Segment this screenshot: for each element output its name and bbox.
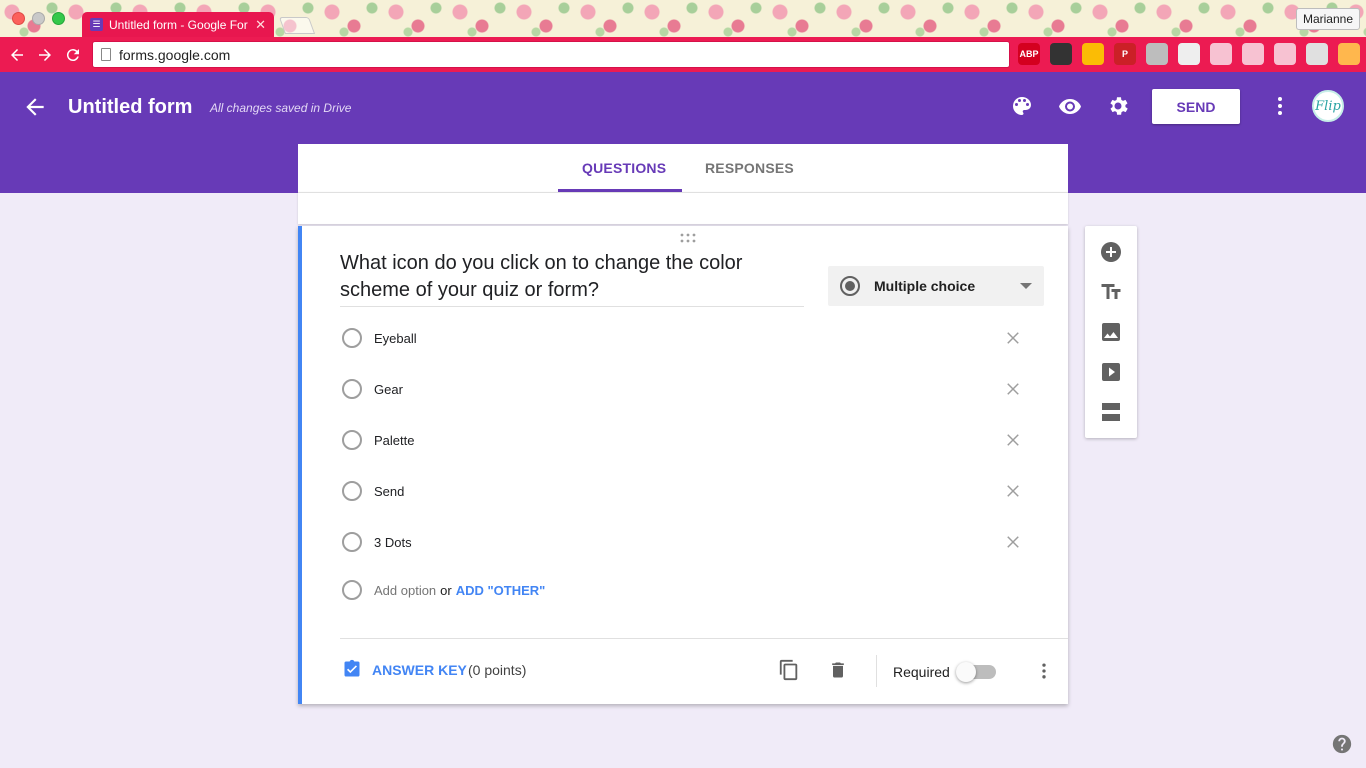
answer-key-icon[interactable] <box>342 659 362 679</box>
bookmarks-icon[interactable] <box>1210 43 1232 65</box>
signature-icon[interactable] <box>1274 43 1296 65</box>
required-label: Required <box>893 664 950 680</box>
option-item[interactable]: Eyeball <box>342 326 1042 350</box>
radio-circle-icon <box>342 379 362 399</box>
remove-option-icon[interactable] <box>1004 431 1022 449</box>
delete-trash-icon[interactable] <box>828 659 848 681</box>
radio-circle-icon <box>342 430 362 450</box>
add-option-row: Add option or ADD "OTHER" <box>342 580 545 600</box>
palette-icon[interactable] <box>1010 94 1034 118</box>
forward-icon[interactable] <box>36 46 54 64</box>
back-icon[interactable] <box>8 46 26 64</box>
option-label[interactable]: Send <box>374 484 1004 499</box>
pinterest-icon[interactable]: P <box>1114 43 1136 65</box>
extensions-bar: ABP P <box>1018 43 1360 65</box>
browser-tab[interactable]: ☰ Untitled form - Google For ✕ <box>82 12 274 37</box>
remove-option-icon[interactable] <box>1004 533 1022 551</box>
avatar[interactable]: Flip <box>1312 90 1344 122</box>
radio-button-checked-icon <box>840 276 860 296</box>
pattern-icon[interactable] <box>1146 43 1168 65</box>
option-item[interactable]: 3 Dots <box>342 530 1042 554</box>
new-tab-button[interactable] <box>278 17 316 34</box>
search-ext-icon[interactable] <box>1242 43 1264 65</box>
emoji-icon[interactable] <box>1178 43 1200 65</box>
reload-icon[interactable] <box>64 46 82 64</box>
save-status: All changes saved in Drive <box>210 101 352 115</box>
add-title-description-icon[interactable] <box>1099 280 1123 304</box>
close-window-button[interactable] <box>12 12 25 25</box>
browser-tab-title: Untitled form - Google For <box>109 17 248 32</box>
option-label[interactable]: Gear <box>374 382 1004 397</box>
remove-option-icon[interactable] <box>1004 380 1022 398</box>
tab-questions[interactable]: QUESTIONS <box>582 160 666 176</box>
browser-tabstrip: ☰ Untitled form - Google For ✕ Marianne <box>0 0 1366 37</box>
radio-circle-icon <box>342 328 362 348</box>
option-item[interactable]: Palette <box>342 428 1042 452</box>
footer-vertical-divider <box>876 655 877 687</box>
more-options-icon[interactable] <box>1268 94 1292 118</box>
duplicate-icon[interactable] <box>778 659 800 681</box>
question-title-input[interactable]: What icon do you click on to change the … <box>340 250 804 307</box>
back-arrow-icon[interactable] <box>22 94 48 120</box>
tab-responses[interactable]: RESPONSES <box>705 160 794 176</box>
add-section-icon[interactable] <box>1099 400 1123 424</box>
browser-toolbar: forms.google.com ABP P <box>0 37 1366 72</box>
help-icon[interactable] <box>1331 733 1353 755</box>
footer-divider <box>340 638 1068 639</box>
page-icon <box>101 48 111 61</box>
maximize-window-button[interactable] <box>52 12 65 25</box>
add-video-icon[interactable] <box>1099 360 1123 384</box>
or-text: or <box>440 582 452 598</box>
adblock-plus-icon[interactable]: ABP <box>1018 43 1040 65</box>
form-tabs: QUESTIONS RESPONSES <box>298 144 1068 192</box>
remove-option-icon[interactable] <box>1004 329 1022 347</box>
radio-circle-icon <box>342 532 362 552</box>
option-label[interactable]: Palette <box>374 433 1004 448</box>
preview-eye-icon[interactable] <box>1058 94 1082 118</box>
settings-gear-icon[interactable] <box>1106 94 1130 118</box>
menu-icon[interactable] <box>1338 43 1360 65</box>
side-toolbar <box>1085 226 1137 438</box>
forms-favicon-icon: ☰ <box>90 18 103 31</box>
add-other-link[interactable]: ADD "OTHER" <box>456 583 546 598</box>
send-button[interactable]: SEND <box>1152 89 1240 124</box>
required-toggle-knob[interactable] <box>956 662 976 682</box>
radio-circle-icon <box>342 481 362 501</box>
address-bar-url: forms.google.com <box>119 46 231 63</box>
add-question-icon[interactable] <box>1099 240 1123 264</box>
option-item[interactable]: Gear <box>342 377 1042 401</box>
points-label: (0 points) <box>468 662 527 678</box>
question-type-dropdown[interactable]: Multiple choice <box>828 266 1044 306</box>
chevron-down-icon <box>1020 283 1032 289</box>
answer-key-button[interactable]: ANSWER KEY <box>372 662 467 678</box>
minimize-window-button[interactable] <box>32 12 45 25</box>
chrome-icon[interactable] <box>1082 43 1104 65</box>
qr-code-icon[interactable] <box>1050 43 1072 65</box>
profile-button[interactable]: Marianne <box>1295 8 1360 30</box>
form-header-card[interactable] <box>298 192 1068 224</box>
address-bar[interactable]: forms.google.com <box>92 41 1010 68</box>
form-title[interactable]: Untitled form <box>68 96 192 119</box>
option-item[interactable]: Send <box>342 479 1042 503</box>
pen-icon[interactable] <box>1306 43 1328 65</box>
question-card[interactable]: What icon do you click on to change the … <box>298 226 1068 704</box>
drag-handle-icon[interactable] <box>678 232 698 244</box>
add-option-link[interactable]: Add option <box>374 583 436 598</box>
question-more-options-icon[interactable] <box>1034 660 1054 682</box>
add-image-icon[interactable] <box>1099 320 1123 344</box>
option-label[interactable]: Eyeball <box>374 331 1004 346</box>
radio-circle-icon <box>342 580 362 600</box>
remove-option-icon[interactable] <box>1004 482 1022 500</box>
question-type-label: Multiple choice <box>874 278 976 294</box>
tab-close-icon[interactable]: ✕ <box>255 17 266 33</box>
option-label[interactable]: 3 Dots <box>374 535 1004 550</box>
